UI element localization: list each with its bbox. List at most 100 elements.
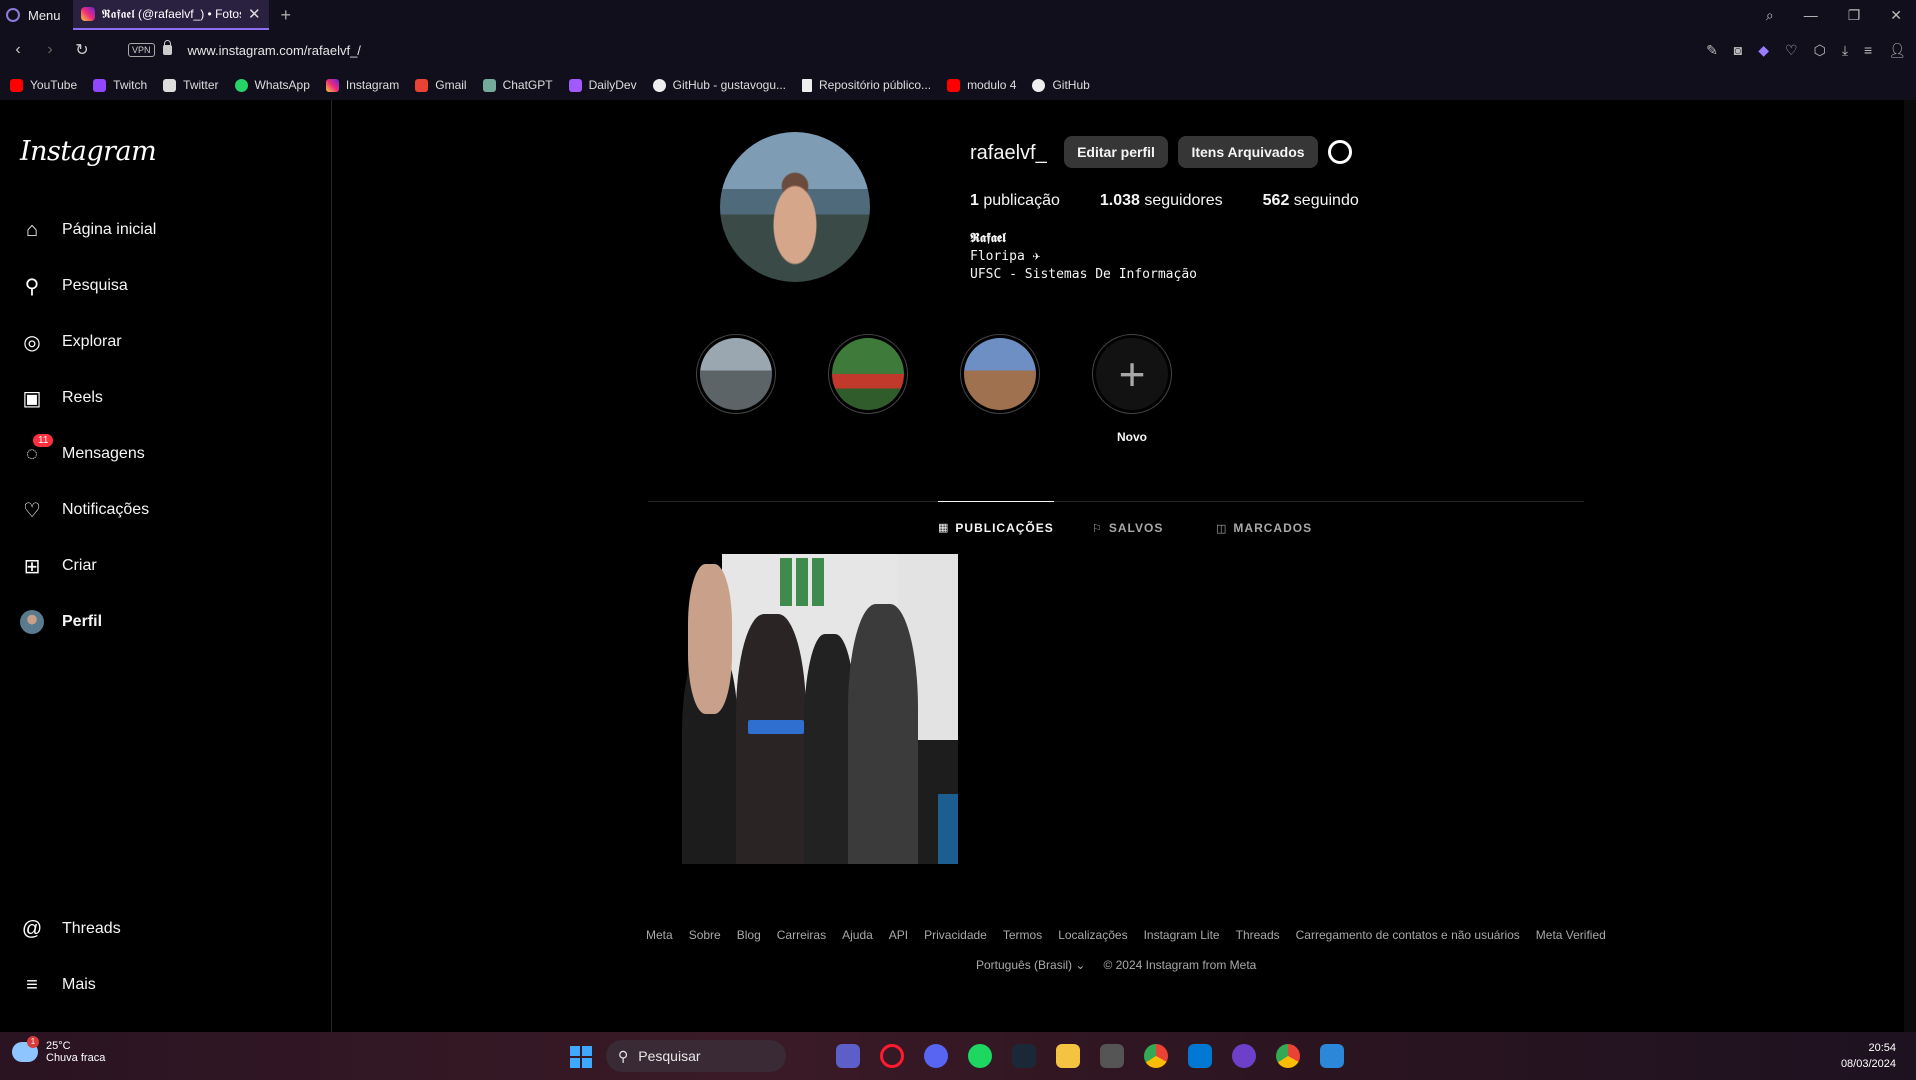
github-icon xyxy=(652,78,666,92)
minimize-icon[interactable]: — xyxy=(1804,7,1818,23)
windows-start-icon[interactable] xyxy=(570,1046,592,1068)
camera-icon[interactable]: ◙ xyxy=(1734,42,1742,58)
bookmark-twitch[interactable]: Twitch xyxy=(93,78,147,92)
bookmark-youtube[interactable]: YouTube xyxy=(10,78,77,92)
url-field[interactable]: www.instagram.com/rafaelvf_/ xyxy=(188,43,361,58)
dailydev-icon xyxy=(568,78,582,92)
footer-link[interactable]: Carregamento de contatos e não usuários xyxy=(1296,928,1520,942)
photos-icon[interactable] xyxy=(1320,1044,1344,1068)
heart-icon: ♡ xyxy=(23,499,41,522)
highlight-cover xyxy=(964,338,1036,410)
new-highlight-button[interactable]: + xyxy=(1092,334,1172,414)
footer-link[interactable]: Meta xyxy=(646,928,673,942)
steam-icon[interactable] xyxy=(1012,1044,1036,1068)
edit-profile-button[interactable]: Editar perfil xyxy=(1064,136,1168,168)
vpn-badge[interactable]: VPN xyxy=(128,43,155,57)
instagram-logo[interactable]: Instagram xyxy=(20,136,157,167)
profile-main: rafaelvf_ Editar perfil Itens Arquivados… xyxy=(332,100,1916,1032)
bookmark-instagram[interactable]: Instagram xyxy=(325,78,399,92)
close-icon[interactable]: ✕ xyxy=(248,5,261,23)
close-window-icon[interactable]: ✕ xyxy=(1890,7,1902,24)
chrome-icon[interactable] xyxy=(1144,1044,1168,1068)
system-clock[interactable]: 20:54 08/03/2024 xyxy=(1841,1040,1896,1072)
sidebar-item-reels[interactable]: ▣ Reels xyxy=(20,378,103,418)
home-icon: ⌂ xyxy=(25,218,39,241)
following-stat[interactable]: 562 seguindo xyxy=(1263,192,1359,210)
bookmark-gmail[interactable]: Gmail xyxy=(415,78,467,92)
footer-link[interactable]: Ajuda xyxy=(842,928,873,942)
vscode-icon[interactable] xyxy=(1188,1044,1212,1068)
footer-link[interactable]: Termos xyxy=(1003,928,1042,942)
profile-picture[interactable] xyxy=(720,132,870,282)
account-icon[interactable]: 👤︎ xyxy=(1888,42,1906,59)
forward-icon[interactable]: › xyxy=(36,41,64,59)
opera-menu-button[interactable]: Menu xyxy=(0,0,73,30)
sidebar-item-profile[interactable]: Perfil xyxy=(20,602,102,642)
gear-icon[interactable] xyxy=(1328,140,1352,164)
footer-link[interactable]: Meta Verified xyxy=(1536,928,1606,942)
bookmark-twitter[interactable]: Twitter xyxy=(163,78,219,92)
highlight-cover xyxy=(832,338,904,410)
bookmark-whatsapp[interactable]: WhatsApp xyxy=(234,78,310,92)
lock-icon[interactable] xyxy=(162,40,172,55)
box-icon[interactable]: ⬡ xyxy=(1814,42,1826,59)
browser-tab-instagram[interactable]: 𝕽𝖆𝖋𝖆𝖊𝖑 (@rafaelvf_) • Fotos ✕ xyxy=(72,0,269,30)
search-tabs-icon[interactable]: ⌕ xyxy=(1766,7,1774,24)
spotify-icon[interactable] xyxy=(968,1044,992,1068)
sidebar-item-home[interactable]: ⌂ Página inicial xyxy=(20,210,156,250)
sidebar-item-explore[interactable]: ◎ Explorar xyxy=(20,322,121,362)
bookmark-github-gustavo[interactable]: GitHub - gustavogu... xyxy=(652,78,786,92)
footer-link[interactable]: Carreiras xyxy=(777,928,826,942)
bookmark-modulo4[interactable]: modulo 4 xyxy=(947,78,1016,92)
sidebar-item-notifications[interactable]: ♡ Notificações xyxy=(20,490,149,530)
bookmark-github[interactable]: GitHub xyxy=(1032,78,1090,92)
sidebar-item-create[interactable]: ⊞ Criar xyxy=(20,546,97,586)
tab-marcados[interactable]: ◫ MARCADOS xyxy=(1216,502,1312,554)
bookmark-chatgpt[interactable]: ChatGPT xyxy=(482,78,553,92)
story-highlight[interactable] xyxy=(828,334,908,414)
footer-link[interactable]: Blog xyxy=(737,928,761,942)
taskbar-search[interactable]: ⚲ Pesquisar xyxy=(606,1040,786,1072)
footer-link[interactable]: Privacidade xyxy=(924,928,987,942)
shield-icon[interactable]: ◆ xyxy=(1758,42,1769,59)
footer-link[interactable]: Localizações xyxy=(1058,928,1127,942)
calculator-icon[interactable] xyxy=(1100,1044,1124,1068)
profile-bio: 𝕽𝖆𝖋𝖆𝖊𝖑 Floripa ✈ UFSC - Sistemas De Info… xyxy=(970,230,1197,284)
bookmark-dailydev[interactable]: DailyDev xyxy=(568,78,637,92)
sidebar-item-threads[interactable]: @ Threads xyxy=(20,909,121,949)
edit-icon[interactable]: ✎ xyxy=(1706,42,1718,59)
chrome-icon[interactable] xyxy=(1276,1044,1300,1068)
sidebar-item-search[interactable]: ⚲ Pesquisa xyxy=(20,266,128,306)
footer-link[interactable]: Sobre xyxy=(689,928,721,942)
archived-items-button[interactable]: Itens Arquivados xyxy=(1178,136,1318,168)
heart-icon[interactable]: ♡ xyxy=(1785,42,1798,59)
opera-icon[interactable] xyxy=(880,1044,904,1068)
tab-publicacoes[interactable]: ▦ PUBLICAÇÕES xyxy=(938,501,1054,553)
footer-link[interactable]: API xyxy=(889,928,908,942)
weather-widget[interactable]: 1 25°C Chuva fraca xyxy=(12,1036,105,1064)
followers-stat[interactable]: 1.038 seguidores xyxy=(1100,192,1223,210)
bookmark-repositorio[interactable]: Repositório público... xyxy=(802,78,931,92)
new-tab-icon[interactable]: + xyxy=(281,5,292,26)
scrollbar[interactable] xyxy=(1904,100,1916,1032)
meet-icon[interactable] xyxy=(836,1044,860,1068)
discord-icon[interactable] xyxy=(924,1044,948,1068)
folder-icon[interactable] xyxy=(1056,1044,1080,1068)
chatgpt-icon xyxy=(482,78,496,92)
tab-salvos[interactable]: ⚐ SALVOS xyxy=(1092,502,1163,554)
restore-icon[interactable]: ❐ xyxy=(1848,7,1861,24)
footer-link[interactable]: Instagram Lite xyxy=(1144,928,1220,942)
github-desktop-icon[interactable] xyxy=(1232,1044,1256,1068)
instagram-icon xyxy=(325,78,339,92)
reload-icon[interactable]: ↻ xyxy=(68,40,96,60)
story-highlight[interactable] xyxy=(696,334,776,414)
footer-link[interactable]: Threads xyxy=(1236,928,1280,942)
sidebar-item-more[interactable]: ≡ Mais xyxy=(20,965,96,1005)
language-selector[interactable]: Português (Brasil) ⌄ xyxy=(976,958,1085,972)
download-icon[interactable]: ⤓ xyxy=(1842,42,1848,59)
back-icon[interactable]: ‹ xyxy=(4,41,32,59)
story-highlight[interactable] xyxy=(960,334,1040,414)
easy-setup-icon[interactable]: ≡ xyxy=(1864,42,1872,58)
post-thumbnail[interactable] xyxy=(648,554,958,864)
sidebar-item-messages[interactable]: ◌ 11 Mensagens xyxy=(20,434,145,474)
